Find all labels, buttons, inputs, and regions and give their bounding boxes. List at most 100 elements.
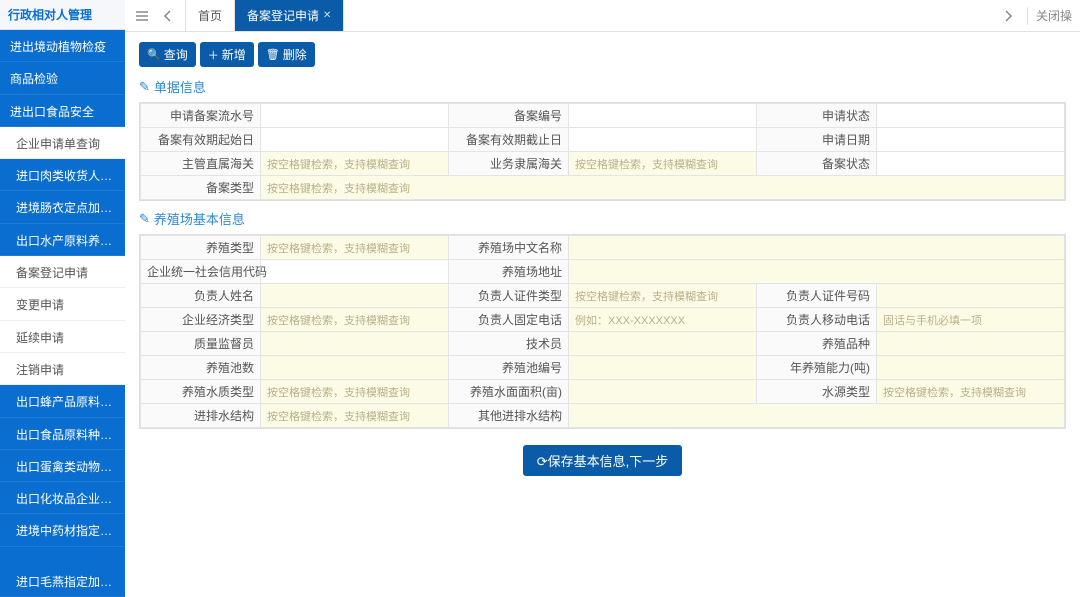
toolbar: 🔍查询 ＋新增 🗑删除	[139, 42, 1066, 67]
label-start-date: 备案有效期起始日	[141, 128, 261, 152]
label-pool-count: 养殖池数	[141, 356, 261, 380]
sidebar-item-birdnest[interactable]: 进口毛燕指定加工企业备案	[0, 565, 125, 597]
field-record-no[interactable]	[569, 104, 757, 128]
sidebar-item-bee[interactable]: 出口蜂产品原料养殖场备案	[0, 385, 125, 417]
label-tech: 技术员	[449, 332, 569, 356]
label-id-type: 负责人证件类型	[449, 284, 569, 308]
form-doc: 申请备案流水号 备案编号 申请状态 备案有效期起始日 备案有效期截止日 申请日期…	[139, 102, 1066, 201]
field-farm-name[interactable]	[569, 236, 1065, 260]
sidebar-item-egg[interactable]: 出口蛋禽类动物源性食品养殖	[0, 450, 125, 482]
trash-icon: 🗑	[266, 48, 280, 61]
label-mobile: 负责人移动电话	[757, 308, 877, 332]
edit-icon: ✎	[139, 211, 150, 227]
add-button[interactable]: ＋新增	[200, 42, 254, 67]
field-pool-id[interactable]	[569, 356, 757, 380]
close-ops-label[interactable]: 关闭操	[1036, 7, 1072, 24]
label-water-source: 水源类型	[757, 380, 877, 404]
field-apply-date[interactable]	[877, 128, 1065, 152]
field-record-type[interactable]	[261, 176, 1065, 200]
field-farm-addr[interactable]	[569, 260, 1065, 284]
field-water-area[interactable]	[569, 380, 757, 404]
label-id-no: 负责人证件号码	[757, 284, 877, 308]
field-serial[interactable]	[261, 104, 449, 128]
field-water-source[interactable]	[877, 380, 1065, 404]
label-apply-status: 申请状态	[757, 104, 877, 128]
tab-register[interactable]: 备案登记申请 ✕	[235, 0, 344, 31]
label-record-no: 备案编号	[449, 104, 569, 128]
label-qc: 质量监督员	[141, 332, 261, 356]
label-credit-code: 企业统一社会信用代码	[141, 260, 261, 284]
field-id-type[interactable]	[569, 284, 757, 308]
label-farm-type: 养殖类型	[141, 236, 261, 260]
section-title-farm: ✎ 养殖场基本信息	[139, 209, 1066, 228]
sidebar-item-cosmetic[interactable]: 出口化妆品企业备案	[0, 482, 125, 514]
tab-home[interactable]: 首页	[186, 0, 235, 31]
field-drain[interactable]	[261, 404, 449, 428]
label-end-date: 备案有效期截止日	[449, 128, 569, 152]
label-other-drain: 其他进排水结构	[449, 404, 569, 428]
sidebar-item-query[interactable]: 企业申请单查询	[0, 127, 125, 159]
field-other-drain[interactable]	[569, 404, 1065, 428]
topbar: 首页 备案登记申请 ✕ 关闭操	[125, 0, 1080, 32]
sidebar-item-register[interactable]: 备案登记申请	[0, 256, 125, 288]
field-person-name[interactable]	[261, 284, 449, 308]
label-biz-customs: 业务隶属海关	[449, 152, 569, 176]
sidebar-item-change[interactable]: 变更申请	[0, 288, 125, 320]
field-main-customs[interactable]	[261, 152, 449, 176]
field-id-no[interactable]	[877, 284, 1065, 308]
sidebar-item-cancel[interactable]: 注销申请	[0, 353, 125, 385]
close-icon[interactable]: ✕	[323, 10, 331, 21]
sidebar-item-extend[interactable]: 延续申请	[0, 321, 125, 353]
sidebar-title: 行政相对人管理	[0, 0, 125, 30]
sidebar-item-quarantine[interactable]: 进出境动植物检疫	[0, 30, 125, 62]
tab-home-label: 首页	[198, 7, 222, 24]
sidebar-item-commodity[interactable]: 商品检验	[0, 62, 125, 94]
field-credit-code[interactable]	[261, 260, 449, 284]
label-record-type: 备案类型	[141, 176, 261, 200]
section-title-doc: ✎ 单据信息	[139, 77, 1066, 96]
field-species[interactable]	[877, 332, 1065, 356]
label-econ-type: 企业经济类型	[141, 308, 261, 332]
sidebar-item-food-safety[interactable]: 进出口食品安全	[0, 95, 125, 127]
label-person-name: 负责人姓名	[141, 284, 261, 308]
field-econ-type[interactable]	[261, 308, 449, 332]
sidebar: 行政相对人管理 进出境动植物检疫 商品检验 进出口食品安全 企业申请单查询 进口…	[0, 0, 125, 597]
field-pool-count[interactable]	[261, 356, 449, 380]
edit-icon: ✎	[139, 79, 150, 95]
field-farm-type[interactable]	[261, 236, 449, 260]
save-next-button[interactable]: ⟳保存基本信息,下一步	[523, 445, 683, 476]
field-capacity[interactable]	[877, 356, 1065, 380]
search-icon: 🔍	[147, 48, 161, 61]
field-water-type[interactable]	[261, 380, 449, 404]
field-end-date[interactable]	[569, 128, 757, 152]
label-water-area: 养殖水面面积(亩)	[449, 380, 569, 404]
forward-icon[interactable]	[997, 5, 1019, 27]
label-serial: 申请备案流水号	[141, 104, 261, 128]
delete-button[interactable]: 🗑删除	[258, 42, 315, 67]
label-pool-id: 养殖池编号	[449, 356, 569, 380]
sidebar-item-aquatic[interactable]: 出口水产原料养殖场备案	[0, 224, 125, 256]
field-start-date[interactable]	[261, 128, 449, 152]
plus-icon: ＋	[208, 47, 219, 63]
field-biz-customs[interactable]	[569, 152, 757, 176]
sidebar-item-medicine[interactable]: 进境中药材指定存放、加工	[0, 514, 125, 546]
main-area: 首页 备案登记申请 ✕ 关闭操 🔍查询 ＋新增 🗑删除	[125, 0, 1080, 597]
label-farm-name: 养殖场中文名称	[449, 236, 569, 260]
search-button[interactable]: 🔍查询	[139, 42, 196, 67]
field-record-status[interactable]	[877, 152, 1065, 176]
sidebar-item-casing[interactable]: 进境肠衣定点加工企业备案	[0, 191, 125, 223]
menu-toggle-icon[interactable]	[131, 5, 153, 27]
sidebar-item-plant[interactable]: 出口食品原料种植场备案业务	[0, 418, 125, 450]
refresh-icon: ⟳	[537, 454, 548, 469]
field-tech[interactable]	[569, 332, 757, 356]
back-icon[interactable]	[157, 5, 179, 27]
label-fixed-phone: 负责人固定电话	[449, 308, 569, 332]
label-apply-date: 申请日期	[757, 128, 877, 152]
label-main-customs: 主管直属海关	[141, 152, 261, 176]
form-farm: 养殖类型 养殖场中文名称 企业统一社会信用代码 养殖场地址 负责人姓名 负责人证…	[139, 234, 1066, 429]
sidebar-item-meat[interactable]: 进口肉类收货人备案	[0, 159, 125, 191]
field-mobile[interactable]	[877, 308, 1065, 332]
field-apply-status[interactable]	[877, 104, 1065, 128]
field-fixed-phone[interactable]	[569, 308, 757, 332]
field-qc[interactable]	[261, 332, 449, 356]
